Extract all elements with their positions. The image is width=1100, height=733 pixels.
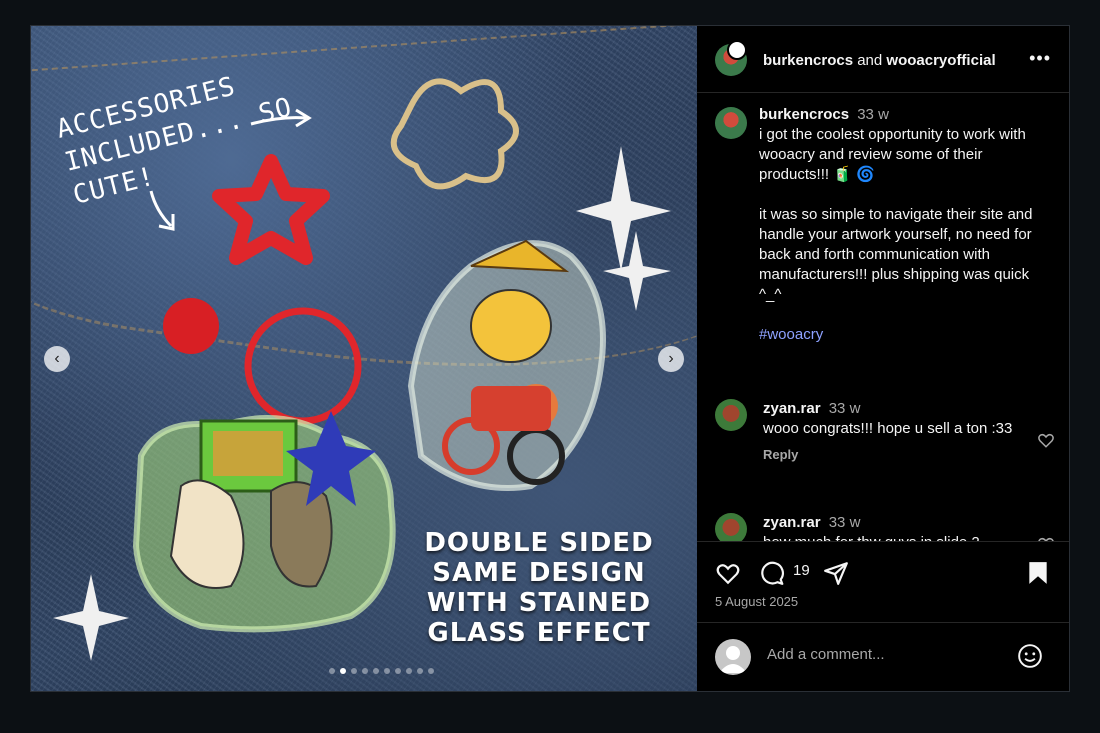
add-comment-bar — [697, 622, 1069, 692]
caption-timestamp[interactable]: 33 w — [857, 106, 889, 123]
avatar[interactable] — [715, 513, 747, 541]
caption-line: WITH STAINED — [426, 588, 652, 618]
red-bell — [163, 298, 219, 354]
carousel-dot[interactable] — [329, 668, 335, 674]
avatar[interactable] — [715, 399, 747, 431]
carousel-dot[interactable] — [406, 668, 412, 674]
sparkle — [576, 146, 671, 271]
carousel-dot[interactable] — [351, 668, 357, 674]
share-icon[interactable] — [823, 560, 849, 586]
carousel-dot[interactable] — [417, 668, 423, 674]
post-modal: Accessories included... so cute! — [30, 25, 1070, 692]
carousel-dot[interactable] — [373, 668, 379, 674]
carousel-dot[interactable] — [362, 668, 368, 674]
reply-button[interactable]: Reply — [763, 447, 1055, 462]
post-authors: burkencrocs and wooacryofficial — [763, 52, 996, 69]
arrow-right-doodle — [250, 116, 307, 126]
comment-timestamp: 33 w — [828, 400, 861, 417]
carousel-dot[interactable] — [340, 668, 346, 674]
carousel-dot[interactable] — [395, 668, 401, 674]
comments-section[interactable]: burkencrocs 33 w i got the coolest oppor… — [697, 93, 1069, 541]
caption-line: SAME DESIGN — [432, 558, 646, 588]
heart-icon[interactable] — [1037, 431, 1055, 449]
more-icon[interactable]: ••• — [1029, 48, 1051, 69]
image-caption: DOUBLE SIDED SAME DESIGN WITH STAINED GL… — [409, 528, 669, 648]
collab-username[interactable]: wooacryofficial — [886, 52, 995, 69]
comment-input[interactable] — [765, 645, 1009, 664]
post-panel: burkencrocs and wooacryofficial ••• burk… — [697, 26, 1069, 691]
carousel-dots — [329, 668, 434, 674]
comment-username[interactable]: zyan.rar — [763, 400, 821, 417]
author-username[interactable]: burkencrocs — [763, 52, 853, 69]
comment-text: wooo congrats!!! hope u sell a ton :33 — [763, 420, 1013, 437]
emoji-icon[interactable] — [1017, 643, 1043, 669]
carousel-dot[interactable] — [384, 668, 390, 674]
sparkle — [603, 231, 671, 311]
caption-line: DOUBLE SIDED — [424, 528, 654, 558]
red-star-clasp — [212, 154, 330, 265]
comment-timestamp: 33 w — [828, 514, 861, 531]
post-header: burkencrocs and wooacryofficial ••• — [697, 26, 1069, 93]
bookmark-icon[interactable] — [1025, 560, 1051, 586]
chevron-right-icon[interactable]: › — [658, 346, 684, 372]
chevron-left-icon[interactable]: ‹ — [44, 346, 70, 372]
caption-line: GLASS EFFECT — [427, 618, 651, 648]
comment-icon[interactable] — [759, 560, 785, 586]
heart-icon[interactable] — [715, 560, 741, 586]
avatar[interactable] — [715, 107, 747, 139]
post-date[interactable]: 5 August 2025 — [715, 594, 798, 609]
post-image[interactable]: Accessories included... so cute! — [31, 26, 697, 691]
comment-text: how much for thw guys in slide 2.... — [763, 533, 1021, 541]
avatar — [715, 639, 751, 675]
sparkle — [53, 574, 129, 661]
gold-flower-clasp — [390, 78, 519, 190]
arrow-down-doodle — [149, 190, 173, 228]
hashtag-link[interactable]: #wooacry — [759, 325, 1055, 345]
post-caption: burkencrocs 33 w i got the coolest oppor… — [715, 105, 1055, 345]
carousel-dot[interactable] — [428, 668, 434, 674]
comment-count: 19 — [793, 562, 810, 579]
caption-username[interactable]: burkencrocs — [759, 106, 849, 123]
default-user-icon — [719, 646, 747, 673]
right-charm — [407, 240, 606, 491]
author-joiner: and — [857, 52, 883, 69]
comment-item: zyan.rar 33 w how much for thw guys in s… — [715, 513, 1055, 541]
comment-username[interactable]: zyan.rar — [763, 514, 821, 531]
comment-item: zyan.rar 33 w wooo congrats!!! hope u se… — [715, 399, 1055, 462]
caption-text: i got the coolest opportunity to work wi… — [759, 126, 1033, 303]
avatar[interactable] — [727, 40, 747, 60]
post-actions: 19 5 August 2025 — [697, 541, 1069, 622]
